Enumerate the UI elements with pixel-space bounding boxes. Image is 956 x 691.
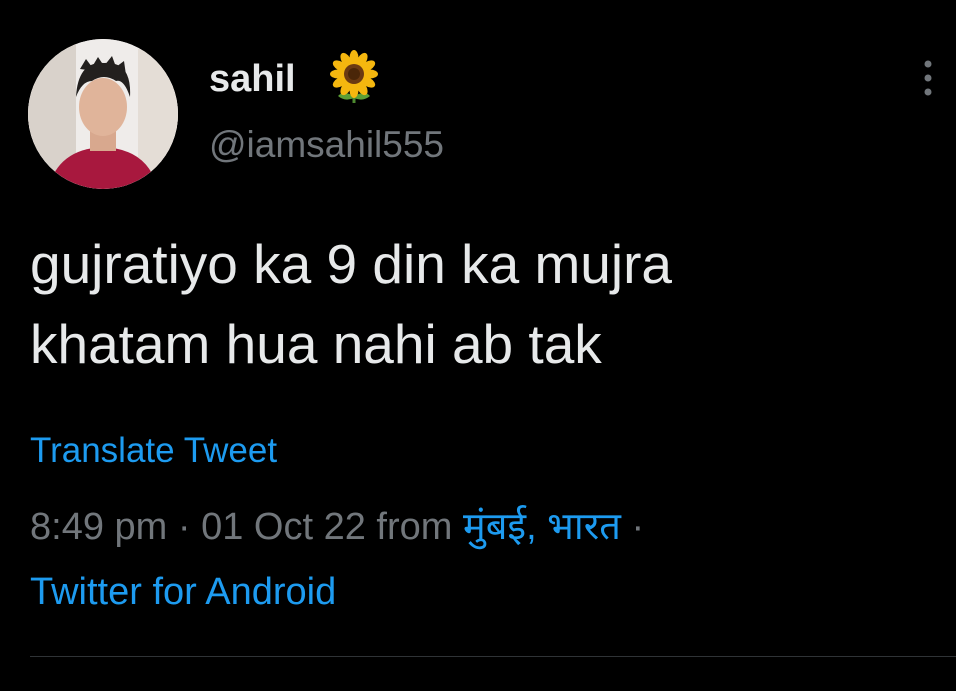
avatar[interactable] xyxy=(28,39,178,189)
separator: · xyxy=(631,506,645,548)
tweet-source-link[interactable]: Twitter for Android xyxy=(30,568,336,616)
tweet-text-line: khatam hua nahi ab tak xyxy=(30,313,602,375)
translate-tweet-link[interactable]: Translate Tweet xyxy=(30,429,277,473)
author-display-name[interactable]: sahil xyxy=(209,56,296,102)
separator: · xyxy=(177,506,191,548)
sunflower-icon xyxy=(330,50,378,103)
avatar-photo xyxy=(28,39,178,189)
more-options-icon[interactable] xyxy=(912,56,944,100)
tweet-time[interactable]: 8:49 pm xyxy=(30,506,167,548)
from-label: from xyxy=(376,506,453,548)
tweet-text: gujratiyo ka 9 din ka mujra khatam hua n… xyxy=(30,224,930,384)
tweet-text-line: gujratiyo ka 9 din ka mujra xyxy=(30,233,672,295)
tweet-location-link[interactable]: मुंबई, भारत xyxy=(463,506,621,548)
author-handle[interactable]: @iamsahil555 xyxy=(209,122,444,168)
tweet-metadata: 8:49 pm · 01 Oct 22 from मुंबई, भारत · xyxy=(30,503,644,551)
divider xyxy=(30,656,956,657)
tweet-date[interactable]: 01 Oct 22 xyxy=(201,506,366,548)
